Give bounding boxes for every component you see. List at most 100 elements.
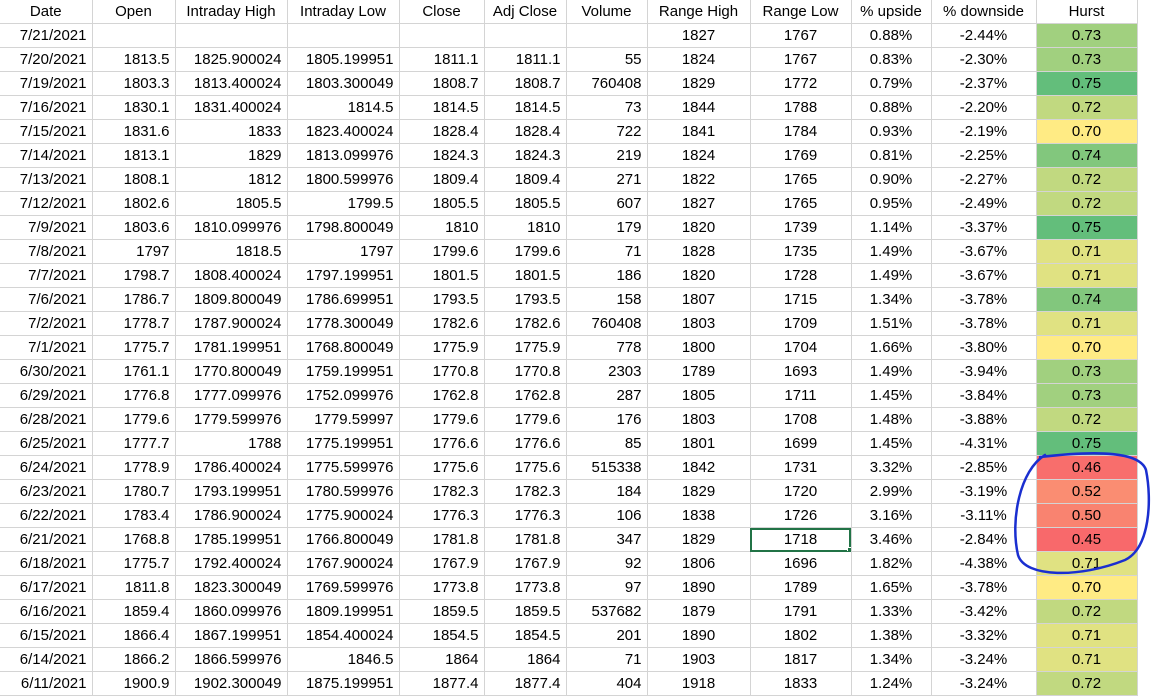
cell[interactable]: 0.73 xyxy=(1036,23,1138,48)
cell[interactable]: 1786.7 xyxy=(92,287,176,312)
cell[interactable]: 1752.099976 xyxy=(287,383,400,408)
cell[interactable]: 1890 xyxy=(647,623,751,648)
cell[interactable]: 1766.800049 xyxy=(287,527,400,552)
cell[interactable]: -2.20% xyxy=(931,95,1037,120)
cell[interactable]: 404 xyxy=(566,671,648,696)
cell[interactable]: 1846.5 xyxy=(287,647,400,672)
cell[interactable]: 1877.4 xyxy=(399,671,485,696)
cell[interactable]: 1776.3 xyxy=(484,503,567,528)
cell[interactable]: 1829 xyxy=(647,479,751,504)
cell[interactable]: 1864 xyxy=(399,647,485,672)
cell[interactable]: 0.72 xyxy=(1036,95,1138,120)
cell[interactable]: 1875.199951 xyxy=(287,671,400,696)
cell[interactable]: 1789 xyxy=(750,575,852,600)
cell[interactable]: 1793.5 xyxy=(484,287,567,312)
cell[interactable]: 7/16/2021 xyxy=(0,95,93,120)
cell[interactable]: -3.94% xyxy=(931,359,1037,384)
cell[interactable]: 1728 xyxy=(750,263,852,288)
cell[interactable]: 1803.6 xyxy=(92,215,176,240)
cell[interactable]: 7/7/2021 xyxy=(0,263,93,288)
cell[interactable]: -2.37% xyxy=(931,71,1037,96)
cell[interactable]: 1803 xyxy=(647,407,751,432)
cell[interactable]: 1773.8 xyxy=(484,575,567,600)
cell[interactable]: 1775.6 xyxy=(484,455,567,480)
cell[interactable]: 1780.7 xyxy=(92,479,176,504)
cell[interactable]: 1783.4 xyxy=(92,503,176,528)
cell[interactable]: 0.72 xyxy=(1036,167,1138,192)
cell[interactable]: 1805.5 xyxy=(175,191,288,216)
cell[interactable]: 1831.6 xyxy=(92,119,176,144)
cell[interactable]: 71 xyxy=(566,647,648,672)
cell[interactable]: 1859.4 xyxy=(92,599,176,624)
column-header[interactable]: Volume xyxy=(566,0,648,24)
cell[interactable]: 1778.7 xyxy=(92,311,176,336)
cell[interactable]: 1711 xyxy=(750,383,852,408)
cell[interactable]: 1807 xyxy=(647,287,751,312)
cell[interactable]: 6/16/2021 xyxy=(0,599,93,624)
cell[interactable]: 1.51% xyxy=(851,311,932,336)
cell[interactable]: 1776.6 xyxy=(484,431,567,456)
cell[interactable]: 1809.4 xyxy=(399,167,485,192)
cell[interactable]: 1918 xyxy=(647,671,751,696)
cell[interactable]: 1762.8 xyxy=(484,383,567,408)
cell[interactable]: 1715 xyxy=(750,287,852,312)
cell[interactable]: 1.38% xyxy=(851,623,932,648)
cell[interactable]: 1799.6 xyxy=(399,239,485,264)
cell[interactable]: 1824 xyxy=(647,47,751,72)
cell[interactable]: -3.84% xyxy=(931,383,1037,408)
cell[interactable]: 179 xyxy=(566,215,648,240)
cell[interactable]: 1.33% xyxy=(851,599,932,624)
cell[interactable]: 1782.3 xyxy=(484,479,567,504)
cell[interactable]: 1827 xyxy=(647,23,751,48)
cell[interactable]: 3.16% xyxy=(851,503,932,528)
cell[interactable]: 1801.5 xyxy=(484,263,567,288)
column-header[interactable]: Adj Close xyxy=(484,0,567,24)
cell[interactable]: 1779.59997 xyxy=(287,407,400,432)
cell[interactable]: -3.88% xyxy=(931,407,1037,432)
cell[interactable]: 1.82% xyxy=(851,551,932,576)
cell[interactable]: 1801.5 xyxy=(399,263,485,288)
cell[interactable]: 1784 xyxy=(750,119,852,144)
cell[interactable]: 7/13/2021 xyxy=(0,167,93,192)
cell[interactable]: 6/15/2021 xyxy=(0,623,93,648)
column-header[interactable]: Range Low xyxy=(750,0,852,24)
cell[interactable]: 1823.300049 xyxy=(175,575,288,600)
cell[interactable]: 1844 xyxy=(647,95,751,120)
cell[interactable]: 0.73 xyxy=(1036,47,1138,72)
cell[interactable]: 1.48% xyxy=(851,407,932,432)
cell[interactable]: 1829 xyxy=(175,143,288,168)
cell[interactable]: 1808.7 xyxy=(399,71,485,96)
cell[interactable]: 1.49% xyxy=(851,239,932,264)
cell[interactable]: 1820 xyxy=(647,263,751,288)
cell[interactable]: 1775.7 xyxy=(92,551,176,576)
cell[interactable]: 1805.5 xyxy=(399,191,485,216)
cell[interactable]: 1813.099976 xyxy=(287,143,400,168)
cell[interactable]: 0.73 xyxy=(1036,359,1138,384)
cell[interactable]: 1854.400024 xyxy=(287,623,400,648)
cell[interactable]: 1903 xyxy=(647,647,751,672)
cell[interactable]: 1782.6 xyxy=(484,311,567,336)
cell[interactable]: 1820 xyxy=(647,215,751,240)
cell[interactable]: 1817 xyxy=(750,647,852,672)
cell[interactable]: -3.67% xyxy=(931,263,1037,288)
cell[interactable]: 1768.800049 xyxy=(287,335,400,360)
cell[interactable]: 6/29/2021 xyxy=(0,383,93,408)
cell[interactable]: 1828 xyxy=(647,239,751,264)
cell[interactable]: 0.50 xyxy=(1036,503,1138,528)
cell[interactable]: 1739 xyxy=(750,215,852,240)
cell[interactable]: 1778.300049 xyxy=(287,311,400,336)
cell[interactable]: 6/18/2021 xyxy=(0,551,93,576)
cell[interactable]: 1808.400024 xyxy=(175,263,288,288)
cell[interactable]: 1768.8 xyxy=(92,527,176,552)
cell[interactable]: 0.72 xyxy=(1036,191,1138,216)
cell[interactable]: 1776.6 xyxy=(399,431,485,456)
cell[interactable]: 1814.5 xyxy=(484,95,567,120)
cell[interactable]: 0.70 xyxy=(1036,119,1138,144)
cell[interactable]: 1798.800049 xyxy=(287,215,400,240)
cell[interactable]: 1811.1 xyxy=(399,47,485,72)
cell[interactable]: 1800 xyxy=(647,335,751,360)
cell[interactable]: 287 xyxy=(566,383,648,408)
cell[interactable]: 2303 xyxy=(566,359,648,384)
cell[interactable]: -2.19% xyxy=(931,119,1037,144)
cell[interactable]: 1825.900024 xyxy=(175,47,288,72)
